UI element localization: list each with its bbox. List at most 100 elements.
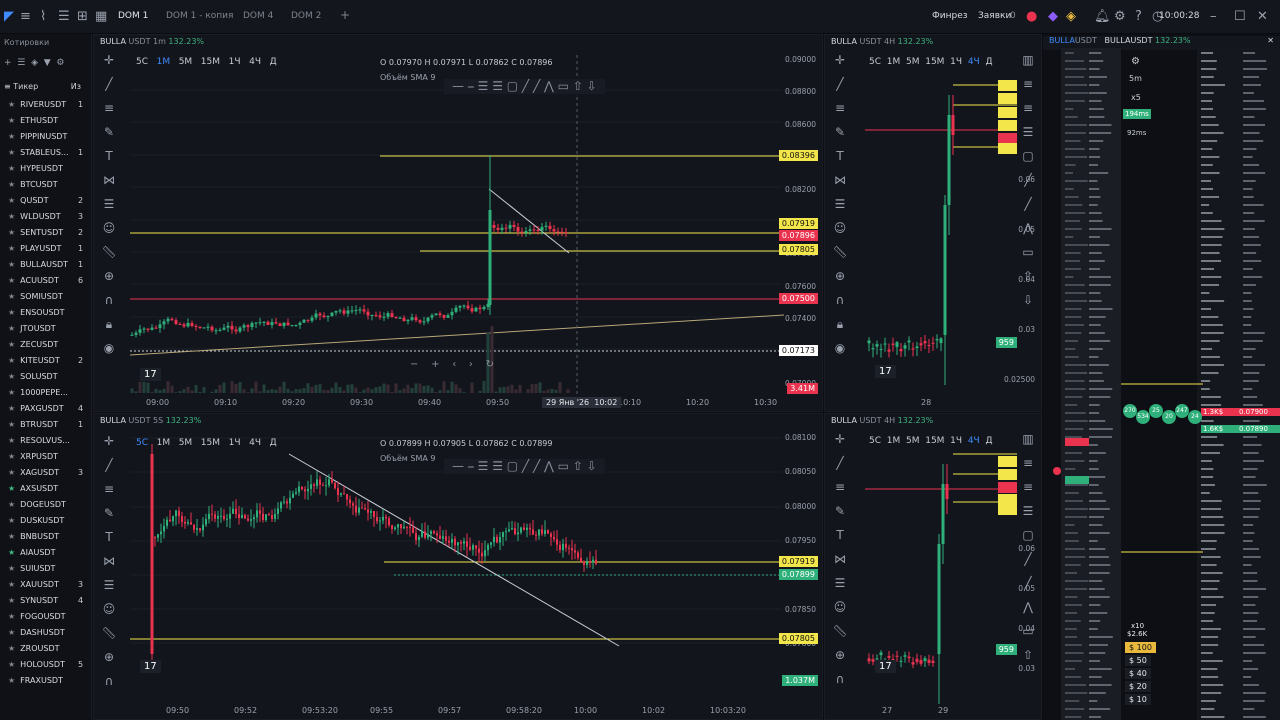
grid-icon[interactable]: ⊞ <box>77 9 88 24</box>
star-icon[interactable]: ★ <box>8 676 15 685</box>
amount-button[interactable]: $ 100 <box>1125 642 1156 653</box>
ticker-row[interactable]: ★ HYPEUSDT <box>8 164 90 180</box>
star-icon[interactable]: ★ <box>8 436 15 445</box>
star-icon[interactable]: ★ <box>8 132 15 141</box>
chart-panel-4h-top[interactable]: BULLA USDT 4H 132.23% 5С 1М 5М 15М 1Ч 4Ч… <box>824 34 1042 412</box>
star-icon[interactable]: ★ <box>8 164 15 173</box>
star-icon[interactable]: ★ <box>8 548 15 557</box>
ticker-row[interactable]: ★ BNBUSDT <box>8 532 90 548</box>
help-icon[interactable]: ? <box>1135 9 1142 24</box>
ticker-row[interactable]: ★ STABLEUS... 1 <box>8 148 90 164</box>
ticker-row[interactable]: ★ ACUUSDT 6 <box>8 276 90 292</box>
amount-button[interactable]: $ 20 <box>1125 681 1151 692</box>
ticker-row[interactable]: ★ HOLOUSDT 5 <box>8 660 90 676</box>
ticker-row[interactable]: ★ XAUUSDT 3 <box>8 580 90 596</box>
list-icon[interactable]: ☰ <box>17 58 25 68</box>
star-icon[interactable]: ★ <box>8 452 15 461</box>
ticker-row[interactable]: ★ SOLUSDT <box>8 372 90 388</box>
star-icon[interactable]: ★ <box>8 404 15 413</box>
exchange3-icon[interactable]: ◈ <box>1066 9 1076 24</box>
ticker-row[interactable]: ★ PIPPINUSDT <box>8 132 90 148</box>
lines-icon[interactable]: ▥ <box>1013 432 1041 456</box>
tag-icon[interactable]: ◈ <box>31 58 38 68</box>
ticker-row[interactable]: ★ BTCUSDT <box>8 180 90 196</box>
amount-button[interactable]: $ 10 <box>1125 694 1151 705</box>
chart-icon[interactable]: ⌇ <box>40 9 46 24</box>
ticker-row[interactable]: ★ SUIUSDT <box>8 564 90 580</box>
lines-icon[interactable]: ▥ <box>1013 53 1041 77</box>
star-icon[interactable]: ★ <box>8 388 15 397</box>
ticker-row[interactable]: ★ PLAYUSDT 1 <box>8 244 90 260</box>
drawing-float-toolbar[interactable]: — ⎯ ☰ ☰ ▢ ╱ ╱ ⋀ ▭ ⇧ ⇩ <box>444 459 605 474</box>
amount-button[interactable]: $ 50 <box>1125 655 1151 666</box>
star-icon[interactable]: ★ <box>8 500 15 509</box>
tab-dom1-copy[interactable]: DOM 1 - копия <box>166 11 233 21</box>
ticker-row[interactable]: ★ ZECUSDT <box>8 340 90 356</box>
ticker-row[interactable]: ★ XAGUSDT 3 <box>8 468 90 484</box>
star-icon[interactable]: ★ <box>8 580 15 589</box>
star-icon[interactable]: ★ <box>8 116 15 125</box>
star-icon[interactable]: ★ <box>8 372 15 381</box>
star-icon[interactable]: ★ <box>8 532 15 541</box>
star-icon[interactable]: ★ <box>8 644 15 653</box>
add-tab-button[interactable]: + <box>340 8 350 22</box>
star-icon[interactable]: ★ <box>8 148 15 157</box>
ticker-row[interactable]: ★ SOMIUSDT <box>8 292 90 308</box>
chart-canvas-4h-2[interactable] <box>825 414 1042 720</box>
tab-dom4[interactable]: DOM 4 <box>243 11 273 21</box>
star-icon[interactable]: ★ <box>8 516 15 525</box>
ticker-row[interactable]: ★ RIVERUSDT 1 <box>8 100 90 116</box>
dom-ladder[interactable] <box>1043 34 1280 720</box>
star-icon[interactable]: ★ <box>8 468 15 477</box>
ticker-row[interactable]: ★ SENTUSDT 2 <box>8 228 90 244</box>
maximize-icon[interactable]: ☐ <box>1234 9 1246 24</box>
dom-mult-2[interactable]: x10 <box>1131 622 1144 630</box>
list-icon[interactable]: ≡ <box>20 9 31 24</box>
ticker-row[interactable]: ★ AXSUSDT <box>8 484 90 500</box>
orders-button[interactable]: Заявки <box>978 11 1011 21</box>
ticker-row[interactable]: ★ DOGEUSDT <box>8 500 90 516</box>
ticker-row[interactable]: ★ FRAXUSDT <box>8 676 90 692</box>
ticker-row[interactable]: ★ ENSOUSDT <box>8 308 90 324</box>
tab-dom2[interactable]: DOM 2 <box>291 11 321 21</box>
star-icon[interactable]: ★ <box>8 484 15 493</box>
col-change[interactable]: Из <box>71 82 81 91</box>
settings-icon[interactable]: ⚙ <box>56 58 64 68</box>
star-icon[interactable]: ★ <box>8 244 15 253</box>
ticker-row[interactable]: ★ RESOLVUS... <box>8 436 90 452</box>
ticker-row[interactable]: ★ ZROUSDT <box>8 644 90 660</box>
ticker-row[interactable]: ★ AIAUSDT <box>8 548 90 564</box>
ticker-row[interactable]: ★ XRPUSDT <box>8 452 90 468</box>
star-icon[interactable]: ★ <box>8 324 15 333</box>
star-icon[interactable]: ★ <box>8 212 15 221</box>
sort-icon[interactable]: ≡ <box>4 82 11 91</box>
star-icon[interactable]: ★ <box>8 420 15 429</box>
ticker-row[interactable]: ★ KITEUSDT 2 <box>8 356 90 372</box>
star-icon[interactable]: ★ <box>8 564 15 573</box>
star-icon[interactable]: ★ <box>8 356 15 365</box>
finance-button[interactable]: Финрез <box>932 11 968 21</box>
chart-canvas-4h[interactable] <box>825 35 1042 412</box>
star-icon[interactable]: ★ <box>8 660 15 669</box>
amount-button[interactable]: $ 40 <box>1125 668 1151 679</box>
gear-icon[interactable]: ⚙ <box>1114 9 1126 24</box>
chart-panel-5s[interactable]: BULLA USDT 5S 132.23% 5С 1М 5М 15М 1Ч 4Ч… <box>93 413 823 720</box>
drawing-float-toolbar[interactable]: — ⎯ ☰ ☰ ▢ ╱ ╱ ⋀ ▭ ⇧ ⇩ <box>444 79 605 94</box>
menu-icon[interactable]: ☰ <box>58 9 70 24</box>
filter-icon[interactable]: ▼ <box>44 58 51 68</box>
star-icon[interactable]: ★ <box>8 612 15 621</box>
dom-timeframe[interactable]: 5m <box>1129 74 1142 83</box>
star-icon[interactable]: ★ <box>8 340 15 349</box>
exchange2-icon[interactable]: ◆ <box>1048 9 1058 24</box>
ticker-row[interactable]: ★ PAXGUSDT 4 <box>8 404 90 420</box>
layout-icon[interactable]: ▦ <box>95 9 107 24</box>
ticker-row[interactable]: ★ DASHUSDT <box>8 628 90 644</box>
ticker-row[interactable]: ★ WLDUSDT 3 <box>8 212 90 228</box>
ticker-row[interactable]: ★ JTOUSDT <box>8 324 90 340</box>
star-icon[interactable]: ★ <box>8 308 15 317</box>
tab-dom1[interactable]: DOM 1 <box>118 11 148 21</box>
star-icon[interactable]: ★ <box>8 276 15 285</box>
star-icon[interactable]: ★ <box>8 180 15 189</box>
close-icon[interactable]: ✕ <box>1257 9 1268 24</box>
dom-multiplier[interactable]: x5 <box>1131 93 1141 102</box>
